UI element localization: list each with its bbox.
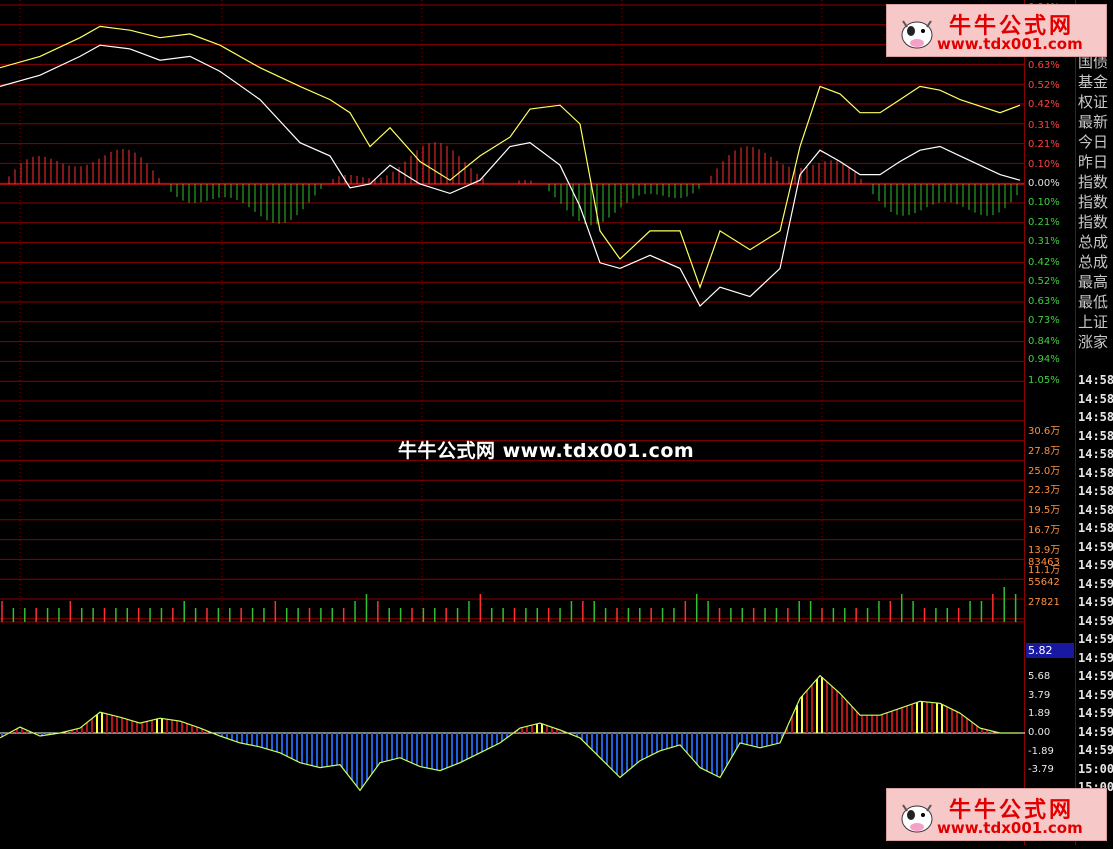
cow-logo-icon bbox=[901, 804, 933, 833]
price-tick-label: 0.52% bbox=[1028, 80, 1060, 92]
tick-time[interactable]: 14:58 bbox=[1078, 482, 1113, 500]
tick-time[interactable]: 14:59 bbox=[1078, 538, 1113, 556]
price-tick-label: 1.05% bbox=[1028, 375, 1060, 386]
price-axis: 0.94% 0.84% 0.73% 0.63% 0.52% 0.42% 0.31% 0.21%… bbox=[1025, 0, 1075, 845]
price-tick-label: 0.52% bbox=[1028, 275, 1060, 287]
price-tick-label: 0.42% bbox=[1028, 256, 1060, 268]
info-label: 指数 bbox=[1078, 213, 1109, 231]
macd-current-value: 5.82 bbox=[1026, 643, 1074, 658]
center-watermark: 牛牛公式网 www.tdx001.com bbox=[398, 440, 695, 462]
info-label: 总成 bbox=[1078, 233, 1109, 251]
price-tick-label: 0.84% bbox=[1028, 335, 1060, 347]
chart-svg bbox=[0, 0, 1025, 845]
tick-time[interactable]: 14:58 bbox=[1078, 501, 1113, 519]
tick-time[interactable]: 14:59 bbox=[1078, 723, 1113, 741]
amount-tick-label: 16.7万 bbox=[1028, 525, 1061, 536]
info-label: 涨家 bbox=[1078, 333, 1109, 351]
watermark-box-top: 牛牛公式网 www.tdx001.com bbox=[886, 4, 1107, 57]
volume-tick-label: 27821 bbox=[1028, 597, 1060, 608]
tick-time[interactable]: 14:59 bbox=[1078, 686, 1113, 704]
watermark-url: www.tdx001.com bbox=[937, 819, 1083, 837]
macd-tick-label: 3.79 bbox=[1028, 689, 1051, 701]
tick-time[interactable]: 14:59 bbox=[1078, 556, 1113, 574]
tick-time[interactable]: 14:59 bbox=[1078, 649, 1113, 667]
macd-tick-label: 5.68 bbox=[1028, 670, 1051, 682]
info-label: 总成 bbox=[1078, 253, 1109, 271]
tick-time[interactable]: 14:58 bbox=[1078, 427, 1113, 445]
tick-time[interactable]: 14:59 bbox=[1078, 741, 1113, 759]
tick-time[interactable]: 14:59 bbox=[1078, 630, 1113, 648]
info-label: 最低 bbox=[1078, 293, 1109, 311]
price-tick-label: 0.10% bbox=[1028, 159, 1060, 171]
tick-time[interactable]: 14:58 bbox=[1078, 408, 1113, 426]
tick-time[interactable]: 14:59 bbox=[1078, 612, 1113, 630]
tick-time[interactable]: 14:58 bbox=[1078, 390, 1113, 408]
amount-tick-label: 22.3万 bbox=[1028, 485, 1061, 497]
chart-area[interactable]: 牛牛公式网 www.tdx001.com bbox=[0, 0, 1025, 845]
macd-tick-label: 1.89 bbox=[1028, 708, 1051, 720]
tick-time[interactable]: 14:59 bbox=[1078, 704, 1113, 722]
macd-tick-label: -1.89 bbox=[1028, 745, 1054, 757]
watermark-box-bottom: 牛牛公式网 www.tdx001.com bbox=[886, 788, 1107, 841]
tick-time[interactable]: 15:00 bbox=[1078, 760, 1113, 778]
amount-tick-label: 30.6万 bbox=[1028, 426, 1061, 437]
tick-time[interactable]: 14:58 bbox=[1078, 464, 1113, 482]
info-side-panel: 国债 基金 权证 最新 今日 昨日 指数 指数 指数 总成 总成 最高 最低 上证 涨家 14:58 14:58… bbox=[1075, 0, 1113, 845]
price-tick-label: 0.94% bbox=[1028, 354, 1060, 366]
watermark-url: www.tdx001.com bbox=[937, 35, 1083, 53]
amount-tick-label: 27.8万 bbox=[1028, 445, 1061, 457]
price-tick-label: 0.21% bbox=[1028, 217, 1060, 229]
cow-logo-icon bbox=[901, 20, 933, 49]
tick-time[interactable]: 14:59 bbox=[1078, 593, 1113, 611]
info-label: 指数 bbox=[1078, 193, 1109, 211]
macd-tick-label: 0.00 bbox=[1028, 727, 1051, 738]
price-tick-label: 0.63% bbox=[1028, 59, 1060, 71]
tick-time[interactable]: 14:59 bbox=[1078, 667, 1113, 685]
info-label: 最高 bbox=[1078, 273, 1109, 291]
amount-tick-label: 25.0万 bbox=[1028, 465, 1061, 477]
volume-tick-label: 55642 bbox=[1028, 577, 1060, 588]
tick-time[interactable]: 14:58 bbox=[1078, 371, 1113, 389]
price-line-yellow bbox=[0, 25, 1021, 289]
tick-time[interactable]: 14:59 bbox=[1078, 575, 1113, 593]
info-label: 昨日 bbox=[1078, 153, 1109, 171]
info-label: 权证 bbox=[1078, 93, 1109, 111]
price-tick-label: 0.21% bbox=[1028, 138, 1060, 150]
price-tick-label: 0.31% bbox=[1028, 236, 1060, 248]
price-tick-label: 0.73% bbox=[1028, 314, 1060, 326]
price-tick-label: 0.10% bbox=[1028, 196, 1060, 208]
info-label: 今日 bbox=[1078, 133, 1109, 151]
macd-tick-label: -3.79 bbox=[1028, 764, 1054, 776]
price-tick-label: 0.63% bbox=[1028, 296, 1060, 308]
amount-tick-label: 13.9万 bbox=[1028, 544, 1061, 556]
price-tick-label: 0.00% bbox=[1028, 178, 1060, 189]
info-label: 指数 bbox=[1078, 173, 1109, 191]
info-label: 最新 bbox=[1078, 113, 1109, 131]
tick-time[interactable]: 14:58 bbox=[1078, 519, 1113, 537]
volume-tick-label: 83463 bbox=[1028, 557, 1060, 568]
tick-time[interactable]: 14:58 bbox=[1078, 445, 1113, 463]
price-tick-label: 0.42% bbox=[1028, 99, 1060, 111]
price-tick-label: 0.31% bbox=[1028, 119, 1060, 131]
info-label: 基金 bbox=[1078, 73, 1109, 91]
amount-tick-label: 19.5万 bbox=[1028, 505, 1061, 517]
info-label: 上证 bbox=[1078, 313, 1109, 331]
